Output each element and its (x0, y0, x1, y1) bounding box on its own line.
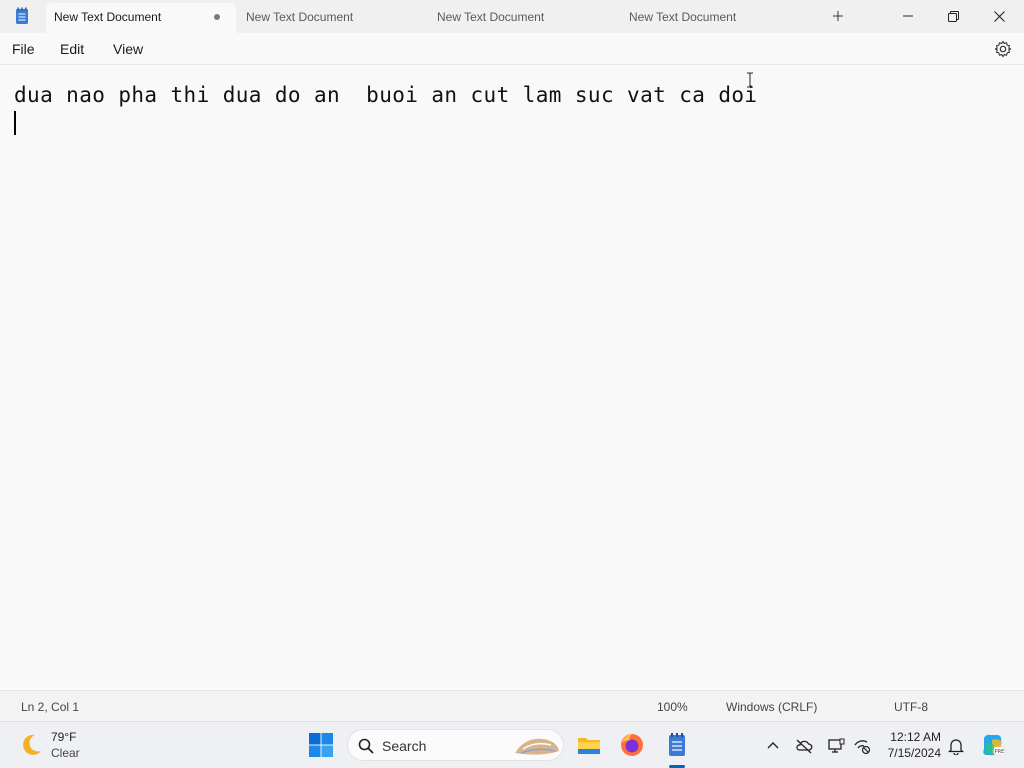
close-button[interactable] (976, 0, 1022, 32)
tab-label: New Text Document (54, 10, 162, 24)
menu-file[interactable]: File (12, 41, 35, 57)
taskbar: 79°F Clear Search 12:12 AM 7/15/2024 PRE (0, 721, 1024, 768)
tab-document-4[interactable]: New Text Document (621, 3, 811, 33)
new-tab-button[interactable] (828, 6, 848, 26)
clock-date: 7/15/2024 (887, 746, 941, 760)
search-label: Search (382, 738, 427, 754)
weather-temperature: 79°F (51, 730, 77, 744)
search-icon (358, 738, 374, 754)
menu-view[interactable]: View (113, 41, 143, 57)
restore-icon (947, 10, 959, 22)
settings-gear-icon[interactable] (994, 40, 1012, 58)
unsaved-dot-icon[interactable] (214, 14, 220, 20)
tab-label: New Text Document (629, 10, 737, 24)
tab-label: New Text Document (246, 10, 354, 24)
weather-condition: Clear (51, 746, 80, 760)
tab-label: New Text Document (437, 10, 545, 24)
restore-button[interactable] (930, 0, 976, 32)
notification-bell-icon[interactable] (947, 737, 965, 755)
onedrive-offline-icon[interactable] (795, 737, 813, 755)
tab-document-2[interactable]: New Text Document (238, 3, 428, 33)
plus-icon (833, 11, 843, 21)
notepad-taskbar-icon[interactable] (664, 732, 690, 758)
text-editor-area[interactable]: dua nao pha thi dua do an buoi an cut la… (0, 66, 1024, 690)
minimize-button[interactable] (885, 0, 931, 32)
clock-time: 12:12 AM (890, 730, 941, 744)
menu-edit[interactable]: Edit (60, 41, 84, 57)
moon-icon (23, 734, 41, 755)
menu-bar: File Edit View (0, 33, 1024, 65)
chevron-up-icon[interactable] (764, 737, 782, 755)
firefox-icon[interactable] (619, 732, 645, 758)
windows-start-icon[interactable] (308, 732, 334, 758)
search-highlight-icon (515, 738, 559, 755)
minimize-icon (903, 15, 913, 17)
encoding: UTF-8 (894, 700, 928, 714)
text-line-1: dua nao pha thi dua do an buoi an cut la… (14, 83, 758, 107)
tab-document-3[interactable]: New Text Document (429, 3, 619, 33)
title-bar: New Text Document New Text Document New … (0, 0, 1024, 33)
file-explorer-icon[interactable] (576, 732, 602, 758)
zoom-level: 100% (657, 700, 688, 714)
svg-text:PRE: PRE (995, 749, 1005, 755)
notepad-app-icon (16, 7, 28, 24)
taskbar-search[interactable]: Search (347, 729, 564, 761)
status-bar: Ln 2, Col 1 100% Windows (CRLF) UTF-8 (0, 690, 1024, 721)
ibeam-cursor-icon (747, 72, 753, 88)
network-disconnected-icon[interactable] (853, 737, 871, 755)
copilot-icon[interactable]: PRE (980, 732, 1006, 758)
tab-document-1[interactable]: New Text Document (46, 3, 236, 33)
cursor-position: Ln 2, Col 1 (21, 700, 80, 714)
display-icon[interactable] (827, 737, 845, 755)
close-icon (993, 10, 1005, 22)
line-ending: Windows (CRLF) (726, 700, 818, 714)
text-caret (14, 111, 16, 135)
